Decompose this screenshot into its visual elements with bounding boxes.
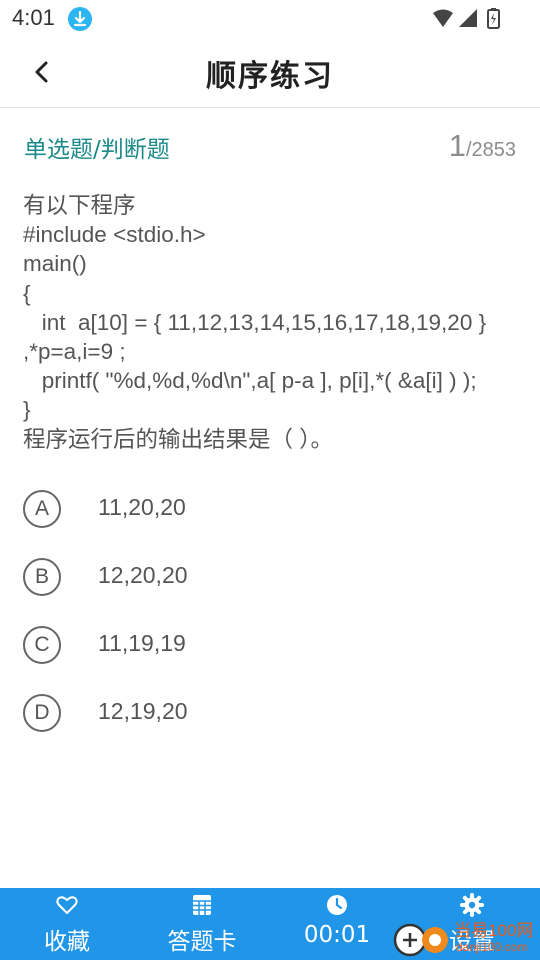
tab-answer-card[interactable]: 答题卡 xyxy=(147,888,257,960)
tab-favorite[interactable]: 收藏 xyxy=(12,888,122,960)
question-line: 程序运行后的输出结果是（ ）。 xyxy=(23,426,334,452)
question-line: int a[10] = { 11,12,13,14,15,16,17,18,19… xyxy=(23,309,487,335)
question-type-label: 单选题/判断题 xyxy=(24,137,170,163)
question-current: 1 xyxy=(448,128,466,163)
question-total: /2853 xyxy=(465,139,516,161)
option-letter-c: C xyxy=(23,626,61,664)
tab-timer-label: 00:01 xyxy=(303,922,371,948)
tab-favorite-label: 收藏 xyxy=(44,929,90,955)
question-line: { xyxy=(23,280,31,306)
question-line: 有以下程序 xyxy=(23,193,136,218)
tab-answer-card-label: 答题卡 xyxy=(167,929,237,955)
option-c[interactable]: C 11,19,19 xyxy=(23,626,503,666)
option-d[interactable]: D 12,19,20 xyxy=(23,694,503,734)
watermark-text: 当易100网 xyxy=(454,921,534,940)
question-line: #include <stdio.h> xyxy=(23,222,206,248)
watermark: 当易100网 danji100.com xyxy=(392,912,540,960)
question-line: } xyxy=(23,397,31,423)
status-icons xyxy=(432,7,502,31)
status-bar: 4:01 xyxy=(0,0,540,36)
heart-icon xyxy=(56,896,78,914)
option-text-b: 12,20,20 xyxy=(98,562,188,588)
option-text-d: 12,19,20 xyxy=(98,698,188,724)
option-text-c: 11,19,19 xyxy=(98,630,186,656)
status-time: 4:01 xyxy=(12,5,55,30)
page-title: 顺序练习 xyxy=(206,59,334,94)
clock-icon xyxy=(327,895,347,915)
question-progress: 1/2853 xyxy=(449,128,516,164)
tab-timer[interactable]: 00:01 xyxy=(282,888,392,960)
question-line: printf( "%d,%d,%d\n",a[ p-a ], p[i],*( &… xyxy=(23,368,477,394)
battery-icon xyxy=(487,8,500,29)
watermark-subtext: danji100.com xyxy=(456,940,528,954)
question-line: ,*p=a,i=9 ; xyxy=(23,339,126,365)
question-body: 有以下程序 #include <stdio.h> main() { int a[… xyxy=(23,191,528,454)
option-letter-a: A xyxy=(23,490,61,528)
option-text-a: 11,20,20 xyxy=(98,494,186,520)
question-line: main() xyxy=(23,251,87,277)
title-bar: 顺序练习 xyxy=(0,36,540,108)
wifi-icon xyxy=(433,9,453,27)
download-icon xyxy=(68,7,92,31)
grid-icon xyxy=(193,895,211,915)
watermark-logo-icon xyxy=(393,923,448,957)
option-b[interactable]: B 12,20,20 xyxy=(23,558,503,598)
option-letter-b: B xyxy=(23,558,61,596)
signal-icon xyxy=(459,9,477,27)
option-a[interactable]: A 11,20,20 xyxy=(23,490,503,530)
option-letter-d: D xyxy=(23,694,61,732)
